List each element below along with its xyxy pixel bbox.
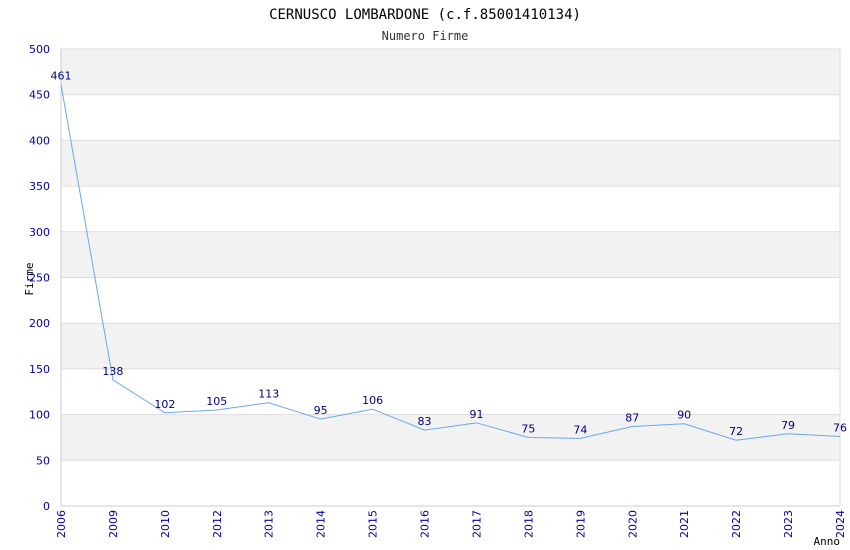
data-label: 83	[418, 415, 432, 428]
y-tick-label: 350	[29, 180, 50, 193]
x-tick-label: 2023	[782, 510, 795, 538]
x-tick-label: 2013	[263, 510, 276, 538]
data-label: 461	[51, 70, 72, 83]
data-label: 113	[258, 388, 279, 401]
x-tick-label: 2017	[470, 510, 483, 538]
grid-band	[61, 49, 840, 95]
x-tick-label: 2014	[315, 510, 328, 538]
y-tick-label: 150	[29, 363, 50, 376]
data-label: 105	[206, 395, 227, 408]
y-tick-label: 450	[29, 89, 50, 102]
x-tick-label: 2012	[211, 510, 224, 538]
y-tick-label: 400	[29, 134, 50, 147]
x-tick-label: 2009	[107, 510, 120, 538]
x-tick-label: 2015	[367, 510, 380, 538]
y-tick-label: 0	[43, 500, 50, 513]
data-label: 91	[469, 408, 483, 421]
x-tick-label: 2020	[626, 510, 639, 538]
data-label: 76	[833, 422, 847, 435]
data-label: 75	[521, 422, 535, 435]
y-axis-ticks: 0 50 100 150 200 250 300 350 400 450 500	[29, 43, 50, 513]
x-tick-label: 2006	[55, 510, 68, 538]
data-label: 74	[573, 423, 587, 436]
grid-band	[61, 323, 840, 369]
data-label: 138	[102, 365, 123, 378]
y-tick-label: 500	[29, 43, 50, 56]
data-label: 106	[362, 394, 383, 407]
x-tick-label: 2021	[678, 510, 691, 538]
data-label: 87	[625, 411, 639, 424]
x-tick-label: 2019	[574, 510, 587, 538]
grid-band	[61, 414, 840, 461]
x-tick-label: 2024	[834, 510, 847, 538]
data-label: 79	[781, 419, 795, 432]
x-axis-ticks: 2006 2009 2010 2012 2013 2014 2015 2016 2017 2018…	[55, 510, 847, 538]
grid-band	[61, 231, 840, 278]
y-tick-label: 50	[36, 454, 50, 467]
chart: CERNUSCO LOMBARDONE (c.f.85001410134) Nu…	[23, 7, 847, 548]
x-tick-label: 2010	[159, 510, 172, 538]
x-tick-label: 2016	[419, 510, 432, 538]
y-tick-label: 300	[29, 226, 50, 239]
data-label: 95	[314, 404, 328, 417]
y-tick-label: 250	[29, 272, 50, 285]
x-tick-label: 2022	[730, 510, 743, 538]
data-label: 102	[154, 398, 175, 411]
chart-subtitle: Numero Firme	[382, 29, 469, 43]
grid-bands	[61, 49, 840, 461]
grid-band	[61, 140, 840, 187]
x-tick-label: 2018	[522, 510, 535, 538]
y-tick-label: 200	[29, 317, 50, 330]
y-tick-label: 100	[29, 409, 50, 422]
chart-title: CERNUSCO LOMBARDONE (c.f.85001410134)	[269, 7, 581, 23]
data-label: 90	[677, 409, 691, 422]
data-label: 72	[729, 425, 743, 438]
